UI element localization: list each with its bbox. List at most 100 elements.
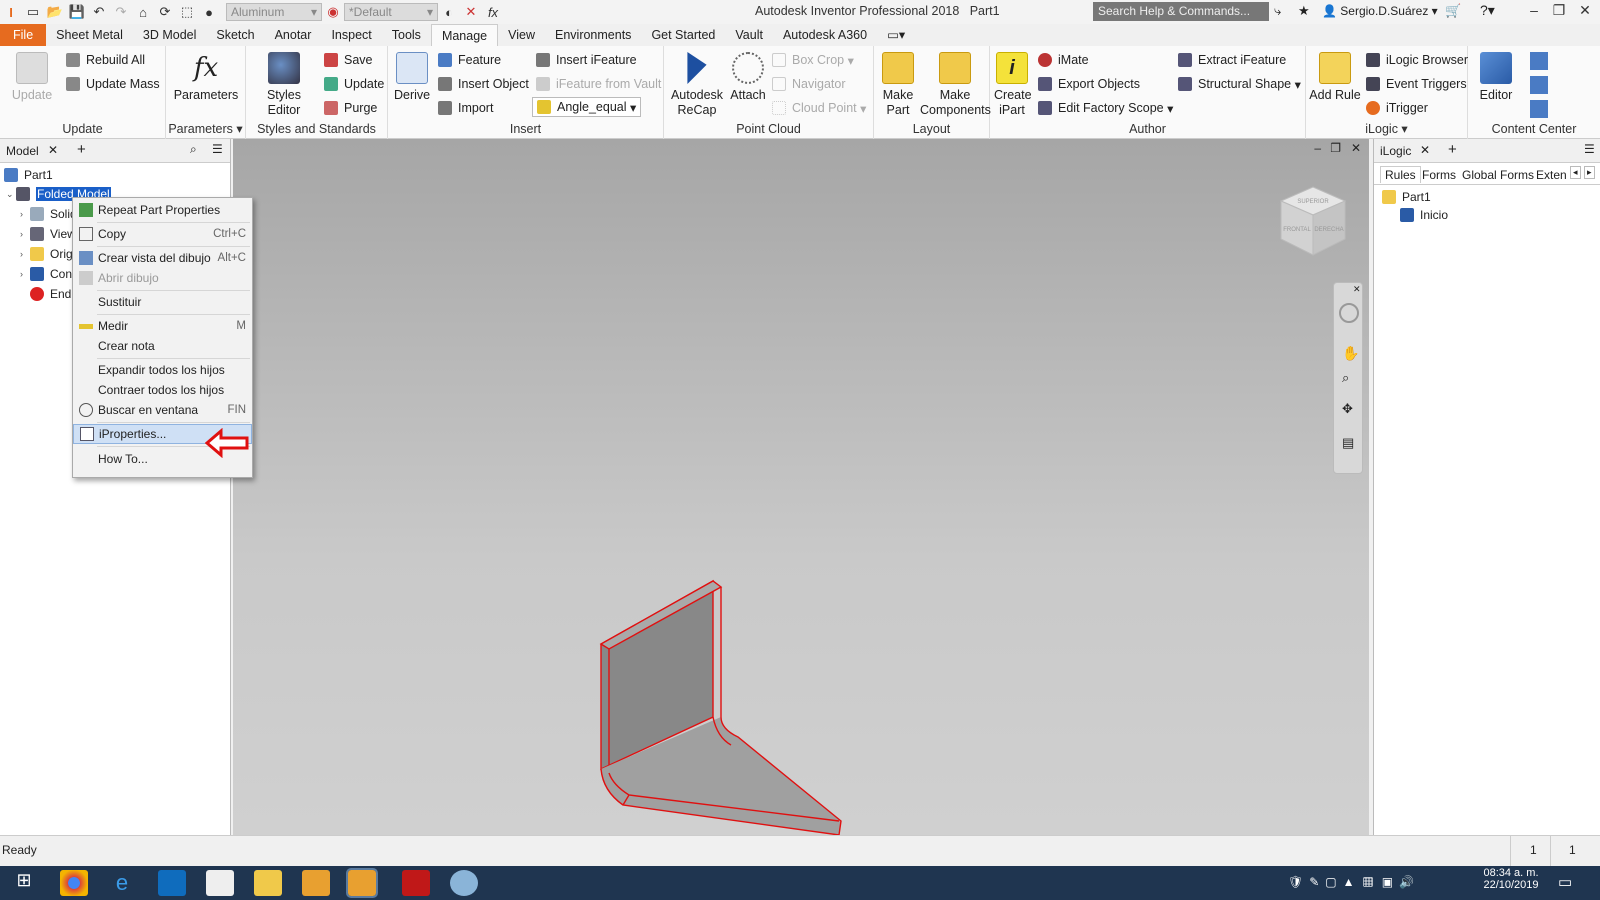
styles-editor-button[interactable]: Styles Editor [250, 52, 318, 118]
steering-wheel-icon[interactable] [1339, 303, 1359, 323]
tab-vault[interactable]: Vault [725, 24, 773, 46]
create-ipart-button[interactable]: i Create iPart [994, 52, 1032, 118]
menu-medir[interactable]: Medir M [73, 316, 252, 336]
group-ilogic-label[interactable]: iLogic ▾ [1306, 121, 1467, 136]
save-icon[interactable]: 💾 [67, 2, 87, 22]
tree-view[interactable]: › View [20, 224, 76, 244]
add-ilogic-tab-icon[interactable]: + [1448, 141, 1457, 158]
insert-feature-button[interactable]: Feature [438, 49, 501, 71]
make-components-button[interactable]: Make Components [920, 52, 991, 118]
expand-icon[interactable]: › [20, 269, 30, 279]
close-model-tab-icon[interactable]: ✕ [48, 143, 58, 157]
ilogic-root[interactable]: Part1 [1382, 187, 1431, 207]
clock[interactable]: 08:34 a. m. 22/10/2019 [1480, 867, 1542, 891]
menu-repeat-part-properties[interactable]: Repeat Part Properties [73, 200, 252, 220]
ilogic-browser-button[interactable]: iLogic Browser [1366, 49, 1468, 71]
viewport-close-icon[interactable]: ✕ [1351, 141, 1361, 155]
export-objects-button[interactable]: Export Objects [1038, 73, 1140, 95]
select-icon[interactable]: ⬚ [177, 2, 197, 22]
tree-end[interactable]: End [30, 284, 71, 304]
close-ilogic-icon[interactable]: ✕ [1420, 143, 1430, 157]
inventor-active-taskbar-icon[interactable] [346, 868, 378, 898]
tab-manage[interactable]: Manage [430, 24, 499, 46]
menu-crear-vista[interactable]: Crear vista del dibujo Alt+C [73, 248, 252, 268]
help-icon[interactable]: ?▾ [1480, 2, 1495, 19]
menu-abrir-dibujo[interactable]: Abrir dibujo [73, 268, 252, 288]
derive-button[interactable]: Derive [394, 52, 430, 103]
menu-expandir-hijos[interactable]: Expandir todos los hijos [73, 360, 252, 380]
group-parameters-label[interactable]: Parameters ▾ [166, 121, 245, 136]
cc-editor-button[interactable]: Editor [1472, 52, 1520, 103]
recap-button[interactable]: Autodesk ReCap [668, 52, 726, 118]
tab-scroll-left-icon[interactable]: ◂ [1570, 166, 1581, 179]
insert-object-button[interactable]: Insert Object [438, 73, 529, 95]
tab-sheet-metal[interactable]: Sheet Metal [46, 24, 133, 46]
explorer-icon[interactable] [254, 870, 282, 896]
autocad-icon[interactable] [402, 870, 430, 896]
fx-icon[interactable]: fx [483, 2, 503, 22]
inventor-taskbar-icon[interactable] [302, 870, 330, 896]
tree-root[interactable]: Part1 [4, 165, 53, 185]
collapse-icon[interactable]: ⌄ [6, 189, 16, 200]
tab-tools[interactable]: Tools [382, 24, 431, 46]
ilogic-tab-rules[interactable]: Rules [1380, 166, 1421, 183]
itrigger-button[interactable]: iTrigger [1366, 97, 1428, 119]
zoom-icon[interactable]: ⌕ [1342, 370, 1349, 386]
tab-scroll-right-icon[interactable]: ▸ [1584, 166, 1595, 179]
ifeature-vault-button[interactable]: iFeature from Vault [536, 73, 661, 95]
cc-refresh-icon[interactable] [1530, 100, 1548, 118]
tab-sketch[interactable]: Sketch [206, 24, 264, 46]
make-part-button[interactable]: Make Part [876, 52, 920, 118]
cloud-point-button[interactable]: Cloud Point ▾ [772, 97, 866, 119]
imate-button[interactable]: iMate [1038, 49, 1089, 71]
minimize-button[interactable]: – [1523, 2, 1545, 22]
tree-solid[interactable]: › Solid [20, 204, 77, 224]
ribbon-toggle-icon[interactable]: ▭▾ [877, 24, 915, 46]
restore-button[interactable]: ❐ [1548, 2, 1570, 22]
color-icon[interactable]: ● [199, 2, 219, 22]
sheet-metal-part[interactable] [593, 559, 853, 835]
attach-button[interactable]: Attach [726, 52, 770, 103]
ilogic-menu-icon[interactable]: ☰ [1584, 142, 1595, 156]
star-icon[interactable]: ★ [1298, 3, 1310, 19]
model-tab[interactable]: Model [6, 144, 39, 158]
styles-save-button[interactable]: Save [324, 49, 373, 71]
inventor-logo-icon[interactable]: I [1, 2, 21, 22]
menu-sustituir[interactable]: Sustituir [73, 292, 252, 312]
windows-start-icon[interactable]: ⊞ [10, 870, 38, 896]
ilogic-tab-extern[interactable]: Exten [1536, 168, 1570, 182]
notepad-icon[interactable] [206, 870, 234, 896]
cart-icon[interactable]: 🛒 [1445, 3, 1461, 19]
new-icon[interactable]: ▭ [23, 2, 43, 22]
clear-icon[interactable]: ✕ [461, 2, 481, 22]
adjust-icon[interactable]: ◐ [439, 2, 459, 22]
tree-origin[interactable]: › Orig [20, 244, 73, 264]
tab-environments[interactable]: Environments [545, 24, 641, 46]
redo-icon[interactable]: ↷ [111, 2, 131, 22]
ilogic-title[interactable]: iLogic [1380, 144, 1411, 158]
tab-file[interactable]: File [0, 24, 47, 46]
browser-menu-icon[interactable]: ☰ [212, 142, 223, 156]
undo-icon[interactable]: ↶ [89, 2, 109, 22]
tree-con[interactable]: › Con [20, 264, 72, 284]
cc-replace-icon[interactable] [1530, 76, 1548, 94]
ilogic-rule-inicio[interactable]: Inicio [1400, 205, 1448, 225]
rebuild-all-button[interactable]: Rebuild All [66, 49, 145, 71]
open-icon[interactable]: 📂 [45, 2, 65, 22]
paint-icon[interactable] [450, 870, 478, 896]
chrome-icon[interactable] [60, 870, 88, 896]
viewcube[interactable]: SUPERIOR FRONTAL DERECHA [1273, 179, 1353, 269]
system-tray-icons[interactable]: 🛡✎▢▲◼▣🔊 [1288, 875, 1478, 891]
orbit-icon[interactable]: ✥ [1342, 401, 1353, 417]
angle-dropdown[interactable]: Angle_equal ▾ [532, 97, 642, 117]
search-browser-icon[interactable]: ⌕ [190, 142, 197, 157]
menu-crear-nota[interactable]: Crear nota [73, 336, 252, 356]
insert-ifeature-button[interactable]: Insert iFeature [536, 49, 637, 71]
close-button[interactable]: ✕ [1574, 2, 1596, 22]
outlook-icon[interactable] [158, 870, 186, 896]
pan-icon[interactable]: ✋ [1342, 345, 1359, 362]
import-button[interactable]: Import [438, 97, 493, 119]
ie-icon[interactable]: e [108, 870, 136, 896]
menu-copy[interactable]: Copy Ctrl+C [73, 224, 252, 244]
update-button[interactable]: Update [8, 52, 56, 103]
